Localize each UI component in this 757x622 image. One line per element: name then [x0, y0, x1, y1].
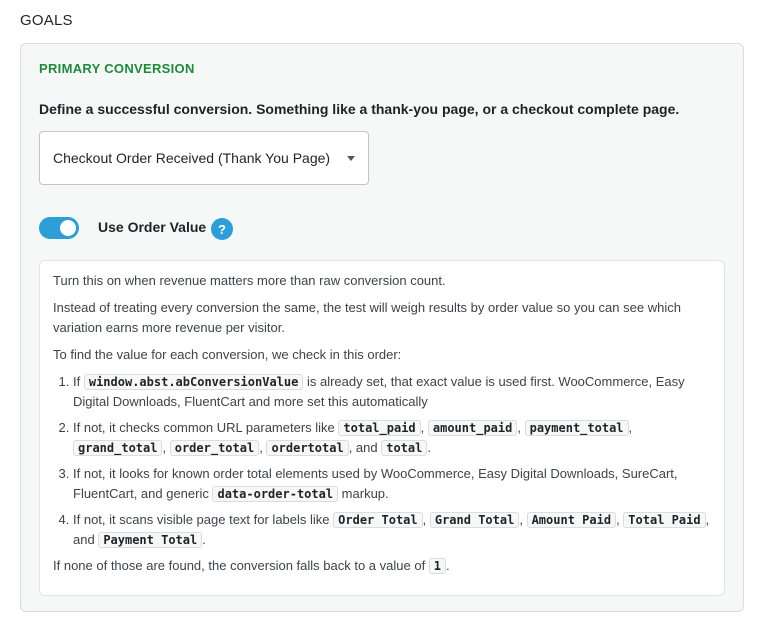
question-mark-icon[interactable]: ? — [211, 218, 233, 240]
info-paragraph: Turn this on when revenue matters more t… — [53, 273, 446, 288]
primary-conversion-panel: PRIMARY CONVERSION Define a successful c… — [20, 43, 744, 612]
code-snippet: Payment Total — [98, 532, 203, 548]
code-snippet: total_paid — [338, 420, 421, 436]
code-snippet: total — [381, 440, 428, 456]
chevron-down-icon — [347, 156, 355, 161]
use-order-value-label: Use Order Value — [98, 219, 207, 235]
code-snippet: payment_total — [524, 420, 629, 436]
order-value-info-box: Turn this on when revenue matters more t… — [39, 260, 725, 596]
code-snippet: Total Paid — [623, 512, 706, 528]
code-snippet: data-order-total — [212, 486, 339, 502]
code-snippet: grand_total — [73, 440, 163, 456]
page-title: GOALS — [20, 12, 73, 29]
code-snippet: Grand Total — [429, 512, 520, 528]
code-snippet: amount_paid — [427, 420, 518, 436]
code-snippet: window.abst.abConversionValue — [83, 374, 304, 390]
section-label: PRIMARY CONVERSION — [39, 61, 195, 76]
use-order-value-toggle[interactable] — [39, 217, 79, 239]
code-snippet: 1 — [428, 558, 447, 574]
list-item-step-1: If window.abst.abConversionValue is alre… — [73, 372, 711, 412]
code-snippet: Amount Paid — [526, 512, 617, 528]
conversion-goal-select[interactable]: Checkout Order Received (Thank You Page) — [39, 131, 369, 185]
info-paragraph: To find the value for each conversion, w… — [53, 347, 402, 362]
code-snippet: Order Total — [333, 512, 423, 528]
info-footer: If none of those are found, the conversi… — [53, 558, 450, 574]
toggle-knob — [60, 220, 76, 236]
conversion-description: Define a successful conversion. Somethin… — [39, 101, 680, 117]
list-item-step-3: If not, it looks for known order total e… — [73, 464, 711, 504]
lookup-order-list: If window.abst.abConversionValue is alre… — [53, 372, 711, 550]
select-value: Checkout Order Received (Thank You Page) — [53, 150, 331, 166]
list-item-step-2: If not, it checks common URL parameters … — [73, 418, 711, 458]
code-snippet: ordertotal — [266, 440, 349, 456]
info-paragraph: Instead of treating every conversion the… — [53, 300, 681, 335]
code-snippet: order_total — [169, 440, 260, 456]
list-item-step-4: If not, it scans visible page text for l… — [73, 510, 711, 550]
